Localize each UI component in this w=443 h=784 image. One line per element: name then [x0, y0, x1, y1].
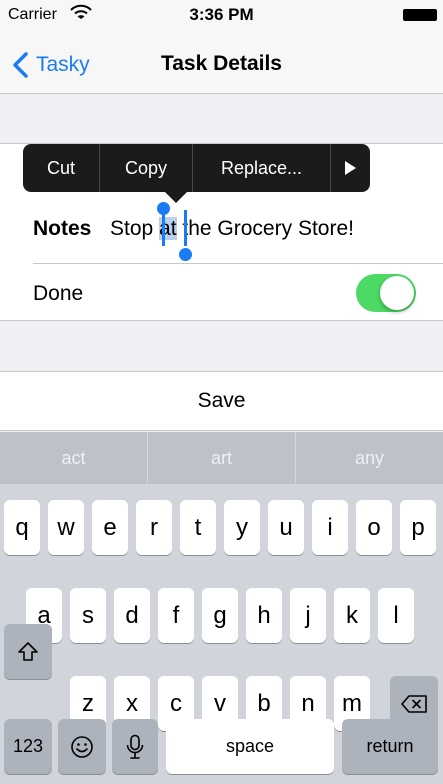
key-k[interactable]: k	[334, 588, 370, 643]
return-key[interactable]: return	[342, 719, 438, 774]
selection-start-handle[interactable]	[162, 210, 165, 246]
more-menu-button[interactable]	[331, 144, 370, 192]
key-q[interactable]: q	[4, 500, 40, 555]
selection-end-knob[interactable]	[179, 248, 192, 261]
copy-menu-item[interactable]: Copy	[100, 144, 193, 192]
delete-icon	[401, 694, 427, 713]
replace-menu-item[interactable]: Replace...	[193, 144, 331, 192]
emoji-key[interactable]	[58, 719, 106, 774]
navigation-bar: Tasky Task Details	[0, 38, 443, 94]
save-button[interactable]: Save	[0, 371, 443, 431]
suggestion-bar: act art any	[0, 432, 443, 484]
key-y[interactable]: y	[224, 500, 260, 555]
notes-text-before: Stop	[110, 217, 160, 240]
key-f[interactable]: f	[158, 588, 194, 643]
key-g[interactable]: g	[202, 588, 238, 643]
notes-text-after: the Grocery Store!	[176, 217, 354, 240]
key-i[interactable]: i	[312, 500, 348, 555]
notes-label: Notes	[33, 217, 92, 240]
key-h[interactable]: h	[246, 588, 282, 643]
suggestion-item[interactable]: any	[296, 432, 443, 484]
keyboard: act art any q w e r t y u i o p a s d f …	[0, 432, 443, 784]
shift-key[interactable]	[4, 624, 52, 679]
edit-menu-pointer	[164, 191, 188, 203]
key-w[interactable]: w	[48, 500, 84, 555]
space-key[interactable]: space	[166, 719, 334, 774]
shift-icon	[18, 641, 38, 661]
toggle-knob	[380, 276, 414, 310]
page-title: Task Details	[160, 52, 282, 75]
save-button-label: Save	[197, 389, 246, 412]
key-d[interactable]: d	[114, 588, 150, 643]
notes-row: Notes Stop at the Grocery Store!	[0, 203, 443, 261]
row-divider	[33, 263, 443, 264]
numbers-key[interactable]: 123	[4, 719, 52, 774]
emoji-icon	[71, 735, 93, 758]
key-j[interactable]: j	[290, 588, 326, 643]
key-u[interactable]: u	[268, 500, 304, 555]
selection-end-handle[interactable]	[184, 210, 187, 246]
done-label: Done	[33, 282, 84, 305]
dictation-key[interactable]	[112, 719, 158, 774]
key-e[interactable]: e	[92, 500, 128, 555]
cut-menu-item[interactable]: Cut	[23, 144, 100, 192]
microphone-icon	[126, 734, 144, 759]
key-t[interactable]: t	[180, 500, 216, 555]
key-r[interactable]: r	[136, 500, 172, 555]
status-time: 3:36 PM	[189, 5, 254, 24]
key-p[interactable]: p	[400, 500, 436, 555]
key-l[interactable]: l	[378, 588, 414, 643]
edit-menu: Cut Copy Replace...	[23, 144, 370, 192]
key-o[interactable]: o	[356, 500, 392, 555]
key-s[interactable]: s	[70, 588, 106, 643]
suggestion-item[interactable]: act	[0, 432, 148, 484]
triangle-right-icon	[345, 161, 356, 175]
battery-icon	[403, 9, 437, 21]
status-bar: Carrier 3:36 PM	[0, 0, 443, 38]
selection-start-knob[interactable]	[157, 202, 170, 215]
suggestion-item[interactable]: art	[148, 432, 296, 484]
notes-field[interactable]: Stop at the Grocery Store!	[110, 217, 354, 241]
done-toggle[interactable]	[356, 274, 416, 312]
